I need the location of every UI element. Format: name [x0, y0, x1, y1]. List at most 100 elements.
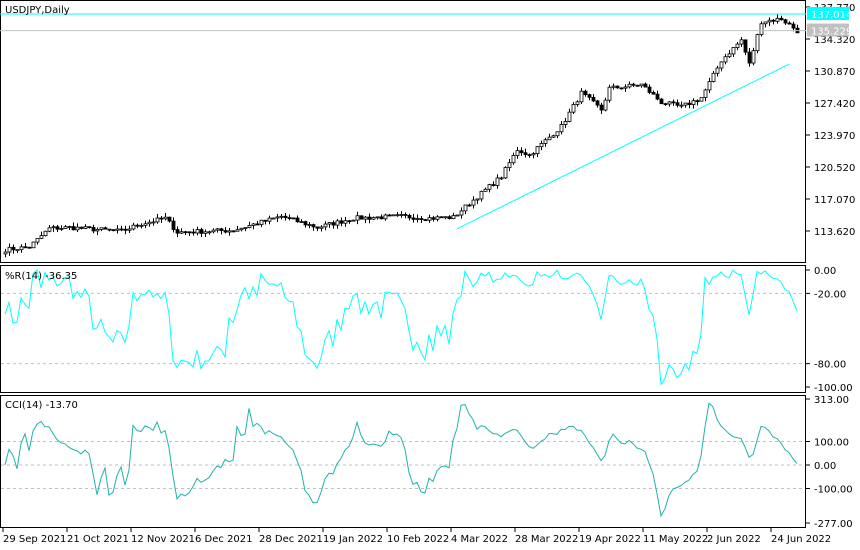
bear-candle	[407, 214, 412, 219]
bull-candle	[495, 177, 500, 186]
bull-candle	[163, 216, 168, 220]
bull-candle	[59, 228, 64, 230]
time-label: 6 Dec 2021	[195, 534, 253, 545]
time-label: 28 Mar 2022	[515, 534, 578, 545]
bull-candle	[99, 227, 104, 230]
bull-candle	[623, 86, 628, 89]
bull-candle	[239, 227, 244, 231]
bear-candle	[743, 39, 748, 53]
bear-candle	[675, 102, 680, 106]
bull-candle	[767, 19, 772, 23]
bear-candle	[23, 246, 28, 249]
bull-candle	[355, 215, 360, 221]
bull-candle	[475, 198, 480, 201]
bull-candle	[395, 214, 400, 217]
price-label: 123.970	[814, 131, 855, 142]
bull-candle	[95, 229, 100, 232]
bull-candle	[459, 210, 464, 216]
chart-window[interactable]: 137.770134.320130.870127.420123.970120.5…	[0, 0, 860, 550]
cci-level-label: 0.00	[814, 461, 836, 472]
bull-candle	[335, 220, 340, 226]
bull-candle	[271, 217, 276, 220]
bear-candle	[223, 230, 228, 233]
bear-candle	[431, 217, 436, 220]
time-label: 19 Jan 2022	[323, 534, 383, 545]
bear-candle	[347, 220, 352, 223]
time-label: 2 Jun 2022	[707, 534, 761, 545]
bull-candle	[251, 223, 256, 226]
bull-candle	[323, 223, 328, 228]
bear-candle	[779, 17, 784, 21]
bull-candle	[63, 226, 68, 229]
bear-candle	[187, 231, 192, 234]
bear-candle	[695, 100, 700, 103]
bull-candle	[211, 229, 216, 233]
bull-candle	[435, 216, 440, 220]
bear-candle	[647, 86, 652, 93]
bull-candle	[43, 230, 48, 237]
bull-candle	[83, 226, 88, 229]
bull-candle	[607, 86, 612, 101]
bull-candle	[195, 229, 200, 234]
bull-candle	[547, 136, 552, 141]
bear-candle	[447, 216, 452, 220]
bear-candle	[651, 92, 656, 95]
bear-candle	[79, 226, 84, 229]
bull-candle	[579, 90, 584, 103]
bear-candle	[283, 215, 288, 218]
bull-candle	[299, 221, 304, 223]
time-label: 28 Dec 2021	[259, 534, 323, 545]
wpr-level-label: -100.00	[814, 383, 853, 394]
bear-candle	[123, 228, 128, 231]
bull-candle	[551, 135, 556, 138]
bull-candle	[207, 231, 212, 234]
bear-candle	[183, 231, 188, 234]
bull-candle	[751, 50, 756, 64]
bear-candle	[367, 216, 372, 220]
bear-candle	[295, 217, 300, 223]
bull-candle	[559, 124, 564, 133]
bear-candle	[71, 226, 76, 231]
bull-candle	[679, 104, 684, 107]
time-label: 11 May 2022	[643, 534, 708, 545]
bull-candle	[131, 224, 136, 230]
main-chart-panel[interactable]	[0, 0, 806, 263]
bull-candle	[691, 100, 696, 105]
cci-level-label: 313.00	[814, 395, 849, 406]
bear-candle	[783, 19, 788, 24]
time-label: 24 Jun 2022	[771, 534, 831, 545]
bull-candle	[755, 34, 760, 52]
bull-candle	[427, 217, 432, 221]
current-price-label: 135.229	[811, 27, 852, 38]
bear-candle	[591, 96, 596, 102]
bear-candle	[659, 98, 664, 105]
cci-panel[interactable]	[0, 395, 806, 528]
bear-candle	[387, 214, 392, 217]
bull-candle	[499, 177, 504, 180]
bull-candle	[363, 216, 368, 220]
bear-candle	[687, 102, 692, 105]
bear-candle	[599, 104, 604, 111]
bull-candle	[543, 139, 548, 144]
bull-candle	[759, 23, 764, 36]
bull-candle	[215, 228, 220, 231]
bull-candle	[487, 184, 492, 190]
bear-candle	[103, 227, 108, 230]
bear-candle	[291, 217, 296, 220]
bull-candle	[723, 56, 728, 63]
bull-candle	[19, 246, 24, 251]
bear-candle	[595, 100, 600, 106]
bear-candle	[191, 231, 196, 234]
bull-candle	[763, 21, 768, 25]
bear-candle	[111, 229, 116, 232]
bear-candle	[159, 217, 164, 220]
wpr-panel[interactable]	[0, 265, 806, 393]
bear-candle	[419, 218, 424, 221]
time-label: 12 Nov 2021	[131, 534, 195, 545]
chart-title: USDJPY,Daily	[5, 5, 70, 16]
bear-candle	[107, 228, 112, 231]
hline-price-label: 137.014	[811, 10, 852, 21]
bear-candle	[311, 224, 316, 228]
bull-candle	[735, 43, 740, 48]
price-label: 120.520	[814, 163, 855, 174]
